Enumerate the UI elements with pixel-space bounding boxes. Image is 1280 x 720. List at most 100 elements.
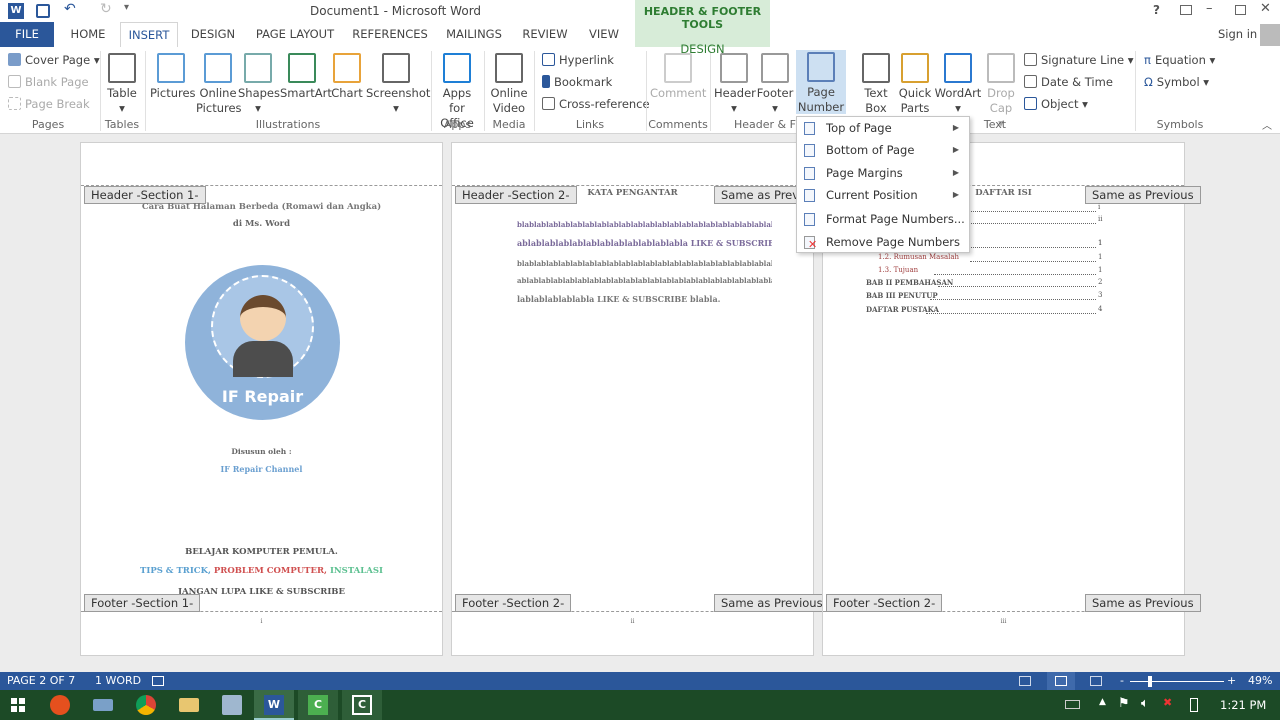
pictures-button[interactable]: Pictures (150, 51, 196, 101)
zoom-slider[interactable] (1130, 681, 1224, 682)
tab-review[interactable]: REVIEW (516, 22, 574, 47)
firefox-icon[interactable] (50, 695, 70, 715)
date-time-button[interactable]: Date & Time (1024, 73, 1113, 91)
menu-item-remove-page-numbers[interactable]: ✕ Remove Page Numbers (797, 231, 969, 253)
table-button[interactable]: Table ▾ (103, 51, 141, 116)
smartart-button[interactable]: SmartArt (280, 51, 332, 101)
camtasia-taskbar-button[interactable]: C (298, 690, 338, 720)
minimize-button[interactable]: – (1206, 1, 1213, 16)
print-layout-button[interactable] (1047, 672, 1075, 690)
tab-mailings[interactable]: MAILINGS (440, 22, 508, 47)
network-icon[interactable]: ✖ (1163, 696, 1172, 709)
kata-pengantar-heading: KATA PENGANTAR (587, 188, 678, 198)
sign-in-link[interactable]: Sign in (1218, 27, 1257, 41)
menu-item-top-of-page[interactable]: Top of Page ▶ (797, 117, 969, 139)
shapes-icon (244, 53, 272, 83)
header-button[interactable]: Header ▾ (714, 51, 756, 116)
tab-references[interactable]: REFERENCES (348, 22, 432, 47)
cover-page-button[interactable]: Cover Page ▾ (8, 51, 100, 69)
notepad-icon[interactable] (222, 695, 242, 715)
zoom-in-button[interactable]: + (1227, 672, 1236, 690)
word-taskbar-button[interactable]: W (254, 690, 294, 720)
shapes-button[interactable]: Shapes ▾ (238, 51, 281, 116)
apps-for-office-button[interactable]: Apps for Office ▾ (434, 51, 480, 146)
screenshot-button[interactable]: Screenshot ▾ (366, 51, 430, 116)
comment-button[interactable]: Comment (650, 51, 706, 101)
tab-header-footer-design[interactable]: DESIGN (635, 42, 770, 56)
start-icon[interactable] (11, 698, 25, 712)
page-count[interactable]: PAGE 2 OF 7 (7, 672, 75, 690)
read-mode-icon[interactable] (1019, 676, 1031, 686)
tagline-2: TIPS & TRICK, PROBLEM COMPUTER, INSTALAS… (140, 566, 383, 576)
battery-icon[interactable] (1190, 698, 1198, 712)
keyboard-icon[interactable] (1065, 700, 1080, 709)
tab-page-layout[interactable]: PAGE LAYOUT (250, 22, 340, 47)
menu-item-label: Remove Page Numbers (826, 235, 961, 249)
page-number: i (260, 618, 263, 625)
page-2[interactable]: Header -Section 2- Same as Previous KATA… (451, 142, 830, 656)
account-avatar[interactable] (1260, 24, 1280, 46)
restore-button[interactable] (1235, 5, 1246, 15)
page-break-button[interactable]: Page Break (8, 95, 90, 113)
file-explorer-icon[interactable] (179, 698, 199, 712)
toc-page-number: 1 (1098, 266, 1103, 274)
tab-design[interactable]: DESIGN (184, 22, 242, 47)
collapse-ribbon-icon[interactable]: ︿ (1262, 117, 1272, 132)
blank-page-button[interactable]: Blank Page (8, 73, 89, 91)
word-count[interactable]: 1 WORD (95, 672, 141, 690)
show-hidden-icons[interactable]: ▲ (1099, 697, 1106, 707)
zoom-slider-thumb[interactable] (1148, 676, 1152, 687)
menu-item-bottom-of-page[interactable]: Bottom of Page ▶ (797, 139, 969, 161)
online-video-button[interactable]: Online Video (488, 51, 530, 116)
object-icon (1024, 97, 1037, 110)
zoom-out-button[interactable]: - (1120, 672, 1124, 690)
page-number-button[interactable]: Page Number ▾ (796, 50, 846, 129)
tab-view[interactable]: VIEW (582, 22, 626, 47)
camtasia-recorder-button[interactable]: C (342, 690, 382, 720)
menu-item-current-position[interactable]: Current Position ▶ (797, 184, 969, 206)
tab-insert[interactable]: INSERT (120, 22, 178, 48)
page-1[interactable]: Header -Section 1- Cara Buat Halaman Ber… (80, 142, 443, 656)
signature-line-button[interactable]: Signature Line ▾ (1024, 51, 1134, 69)
close-button[interactable]: ✕ (1260, 1, 1271, 16)
volume-icon[interactable]: 🔈︎ (1141, 696, 1149, 711)
ribbon-display-options-icon[interactable] (1180, 5, 1192, 15)
action-center-flag-icon[interactable]: ⚑ (1118, 696, 1130, 711)
chart-button[interactable]: Chart (328, 51, 366, 101)
toc-page-number: 1 (1098, 253, 1103, 261)
online-pictures-button[interactable]: Online Pictures (196, 51, 242, 116)
wordart-button[interactable]: WordArt ▾ (934, 51, 982, 116)
tab-home[interactable]: HOME (62, 22, 114, 47)
doc-subtitle: di Ms. Word (232, 219, 291, 229)
submenu-arrow-icon: ▶ (952, 123, 959, 132)
word-logo-icon: W (8, 3, 24, 19)
table-icon (108, 53, 136, 83)
footer-button[interactable]: Footer ▾ (756, 51, 794, 116)
zoom-level[interactable]: 49% (1248, 672, 1272, 690)
web-layout-icon[interactable] (1090, 676, 1102, 686)
body-line: ablablablablablablablablablablablablabla… (517, 276, 772, 285)
undo-icon[interactable]: ↶ (64, 1, 76, 17)
menu-item-format-page-numbers[interactable]: Format Page Numbers... (797, 208, 969, 230)
clock[interactable]: 1:21 PM (1220, 698, 1266, 712)
redo-icon[interactable]: ↻ (100, 1, 112, 17)
customize-qat-icon[interactable]: ▾ (124, 2, 129, 13)
body-line: blablablablablablablablablablablablablab… (517, 220, 772, 229)
chrome-icon[interactable] (136, 695, 156, 715)
object-button[interactable]: Object ▾ (1024, 95, 1088, 113)
hyperlink-button[interactable]: Hyperlink (542, 51, 614, 69)
help-button[interactable]: ? (1153, 3, 1160, 17)
page-number-icon (804, 144, 815, 157)
task-view-icon[interactable] (93, 699, 113, 711)
equation-button[interactable]: π Equation ▾ (1144, 51, 1215, 69)
menu-item-page-margins[interactable]: Page Margins ▶ (797, 162, 969, 184)
submenu-arrow-icon: ▶ (952, 168, 959, 177)
button-label: Shapes ▾ (238, 86, 281, 115)
proofing-icon[interactable] (152, 676, 164, 686)
save-icon[interactable] (36, 4, 50, 18)
cross-reference-button[interactable]: Cross-reference (542, 95, 650, 113)
tab-file[interactable]: FILE (0, 22, 54, 47)
bookmark-button[interactable]: Bookmark (542, 73, 612, 91)
menu-item-label: Current Position (826, 188, 918, 202)
symbol-button[interactable]: Ω Symbol ▾ (1144, 73, 1209, 91)
